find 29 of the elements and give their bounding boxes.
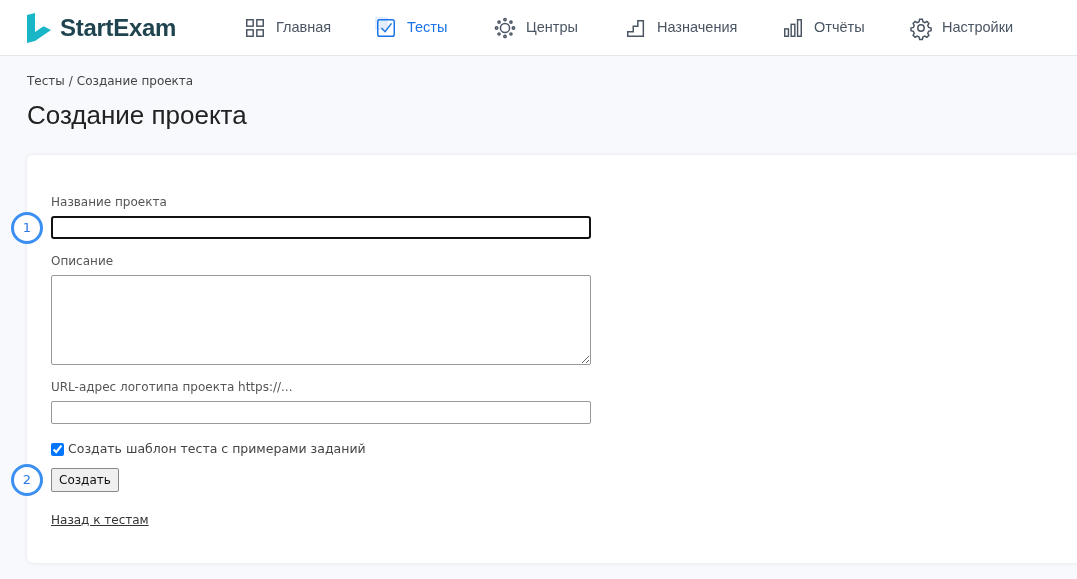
text-field[interactable] xyxy=(51,401,591,425)
nav-link[interactable]: Настройки xyxy=(910,16,1014,39)
bar-chart-icon xyxy=(782,16,804,39)
nav-link[interactable]: Отчёты xyxy=(782,16,865,39)
logo-text: StartExam xyxy=(60,12,177,43)
breadcrumb-current: Создание проекта xyxy=(76,73,194,90)
field-label: URL-адрес логотипа проекта https://... xyxy=(51,379,294,397)
breadcrumb-link[interactable]: Тесты xyxy=(27,72,65,90)
sun-icon xyxy=(494,16,516,39)
description-field[interactable] xyxy=(51,275,591,366)
checkbox-icon xyxy=(375,16,397,39)
nav-link[interactable]: Тесты xyxy=(375,16,448,39)
nav-link[interactable]: Главная xyxy=(244,16,332,39)
step-marker: 2 xyxy=(11,464,43,497)
nav-link[interactable]: Центры xyxy=(494,16,578,39)
logo-icon xyxy=(26,12,52,43)
settings-icon xyxy=(910,16,932,39)
field-label: Описание xyxy=(51,253,115,271)
template-checkbox[interactable] xyxy=(51,443,64,457)
create-button[interactable]: Создать xyxy=(51,467,119,492)
back-link[interactable]: Назад к тестам xyxy=(51,512,149,527)
breadcrumb-separator: / xyxy=(68,73,73,90)
field-label: Название проекта xyxy=(51,194,168,212)
text-field[interactable] xyxy=(51,216,591,240)
nav-link[interactable]: Назначения xyxy=(625,16,738,39)
grid-icon xyxy=(244,16,266,39)
checkbox-label: Создать шаблон теста с примерами заданий xyxy=(68,440,366,459)
step-marker: 1 xyxy=(11,211,43,244)
page-title: Создание проекта xyxy=(26,100,248,132)
